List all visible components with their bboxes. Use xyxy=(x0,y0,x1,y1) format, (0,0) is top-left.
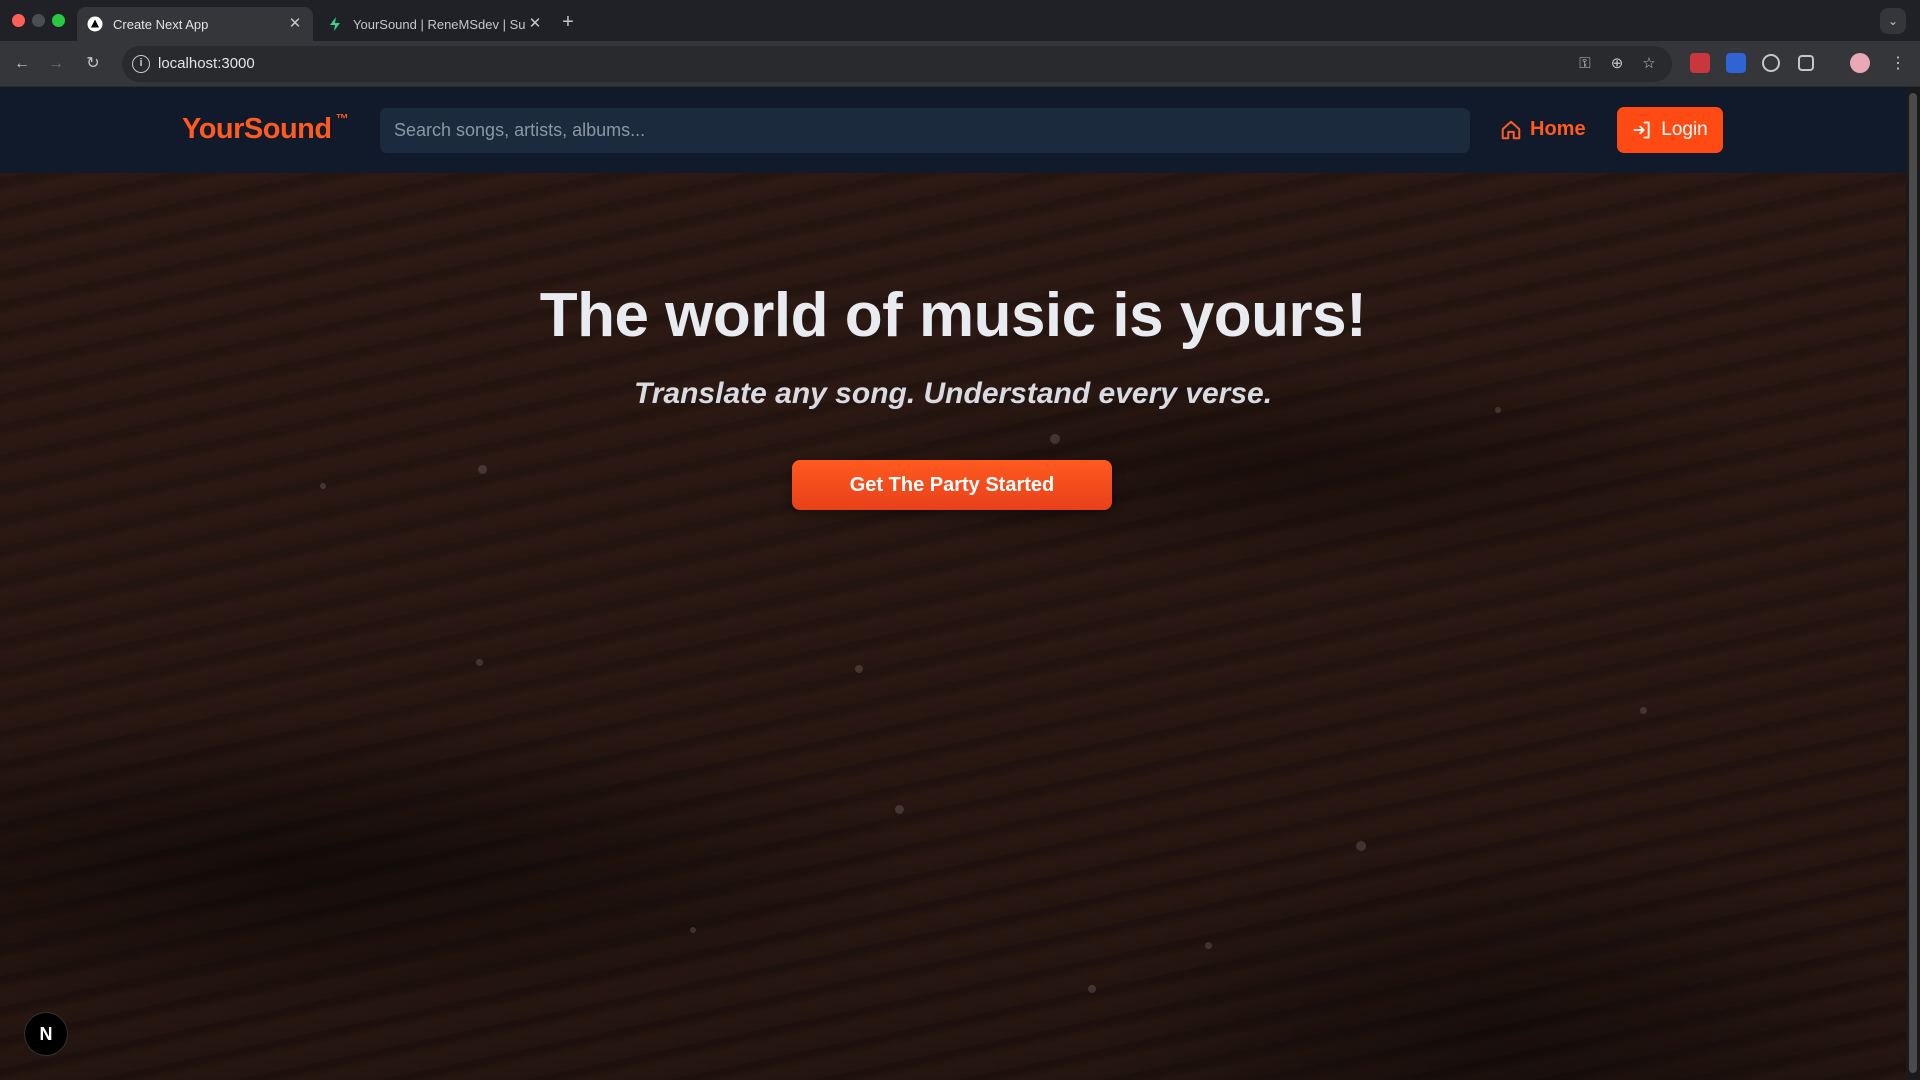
search-input[interactable] xyxy=(380,108,1470,153)
forward-arrow-icon[interactable]: → xyxy=(44,52,68,76)
login-button[interactable]: Login xyxy=(1617,107,1723,153)
browser-toolbar: ← → ↻ i localhost:3000 ⚿ ⊕ ☆ ⋮ xyxy=(0,41,1920,87)
tab-search-chevron-icon[interactable]: ⌄ xyxy=(1880,8,1906,34)
extension-target-icon[interactable] xyxy=(1762,54,1780,72)
hero-subtitle: Translate any song. Understand every ver… xyxy=(633,377,1273,410)
background-texture-speck xyxy=(476,659,483,666)
close-tab-icon[interactable]: ✕ xyxy=(287,16,303,32)
background-texture-speck xyxy=(478,465,487,474)
scrollbar-thumb[interactable] xyxy=(1909,93,1917,1073)
tab-title: Create Next App xyxy=(113,16,209,32)
yoursound-logo[interactable]: YourSound ™ xyxy=(182,111,349,146)
extension-red-icon[interactable] xyxy=(1690,53,1710,73)
nextjs-triangle-icon xyxy=(87,16,103,32)
nextjs-n-icon: N xyxy=(39,1023,53,1044)
bookmark-star-icon[interactable]: ☆ xyxy=(1640,55,1658,73)
reload-icon[interactable]: ↻ xyxy=(81,52,105,76)
login-label: Login xyxy=(1661,119,1708,140)
extensions-puzzle-icon[interactable] xyxy=(1798,55,1814,71)
background-texture-speck xyxy=(895,805,904,814)
tab-create-next-app[interactable]: Create Next App ✕ xyxy=(77,7,313,41)
home-label: Home xyxy=(1530,118,1586,140)
site-info-icon[interactable]: i xyxy=(132,55,150,73)
background-texture-speck xyxy=(1050,434,1060,444)
background-texture-speck xyxy=(1356,841,1366,851)
home-icon xyxy=(1501,120,1521,139)
background-texture-speck xyxy=(1205,942,1212,949)
page-scrollbar[interactable] xyxy=(1906,87,1920,1080)
zoom-icon[interactable]: ⊕ xyxy=(1608,55,1626,73)
window-close-button[interactable] xyxy=(12,14,25,27)
tab-yoursound-supabase[interactable]: YourSound | ReneMSdev | Su ✕ xyxy=(317,7,553,41)
page-viewport: YourSound™ Home Login The world of music… xyxy=(0,87,1906,1080)
supabase-bolt-icon xyxy=(327,16,343,32)
url-text: localhost:3000 xyxy=(158,55,255,72)
trademark-mark: ™ xyxy=(335,111,349,127)
nextjs-dev-tools-badge[interactable]: N xyxy=(24,1012,68,1056)
window-minimize-button[interactable] xyxy=(32,14,45,27)
background-texture-speck xyxy=(690,927,696,933)
background-texture-speck xyxy=(320,483,326,489)
login-icon xyxy=(1633,121,1650,139)
browser-menu-icon[interactable]: ⋮ xyxy=(1886,52,1910,76)
password-key-icon[interactable]: ⚿ xyxy=(1576,55,1594,73)
close-tab-icon[interactable]: ✕ xyxy=(527,16,543,32)
site-header: YourSound™ Home Login xyxy=(0,87,1906,173)
background-texture-speck xyxy=(1640,707,1647,714)
hero-title: The world of music is yours! xyxy=(539,281,1367,350)
extension-shield-icon[interactable] xyxy=(1726,53,1746,73)
background-texture-speck xyxy=(1088,985,1096,993)
browser-tab-strip: Create Next App ✕ YourSound | ReneMSdev … xyxy=(0,0,1920,41)
back-arrow-icon[interactable]: ← xyxy=(10,52,34,76)
profile-avatar[interactable] xyxy=(1850,53,1870,73)
background-texture-speck xyxy=(855,665,863,673)
get-started-button[interactable]: Get The Party Started xyxy=(792,460,1112,510)
tab-title: YourSound | ReneMSdev | Su xyxy=(353,16,526,32)
window-maximize-button[interactable] xyxy=(52,14,65,27)
logo-text: YourSound xyxy=(182,113,332,145)
address-bar[interactable]: i localhost:3000 ⚿ ⊕ ☆ xyxy=(122,46,1672,82)
new-tab-button[interactable]: + xyxy=(556,11,580,35)
home-nav-link[interactable]: Home xyxy=(1500,118,1586,141)
